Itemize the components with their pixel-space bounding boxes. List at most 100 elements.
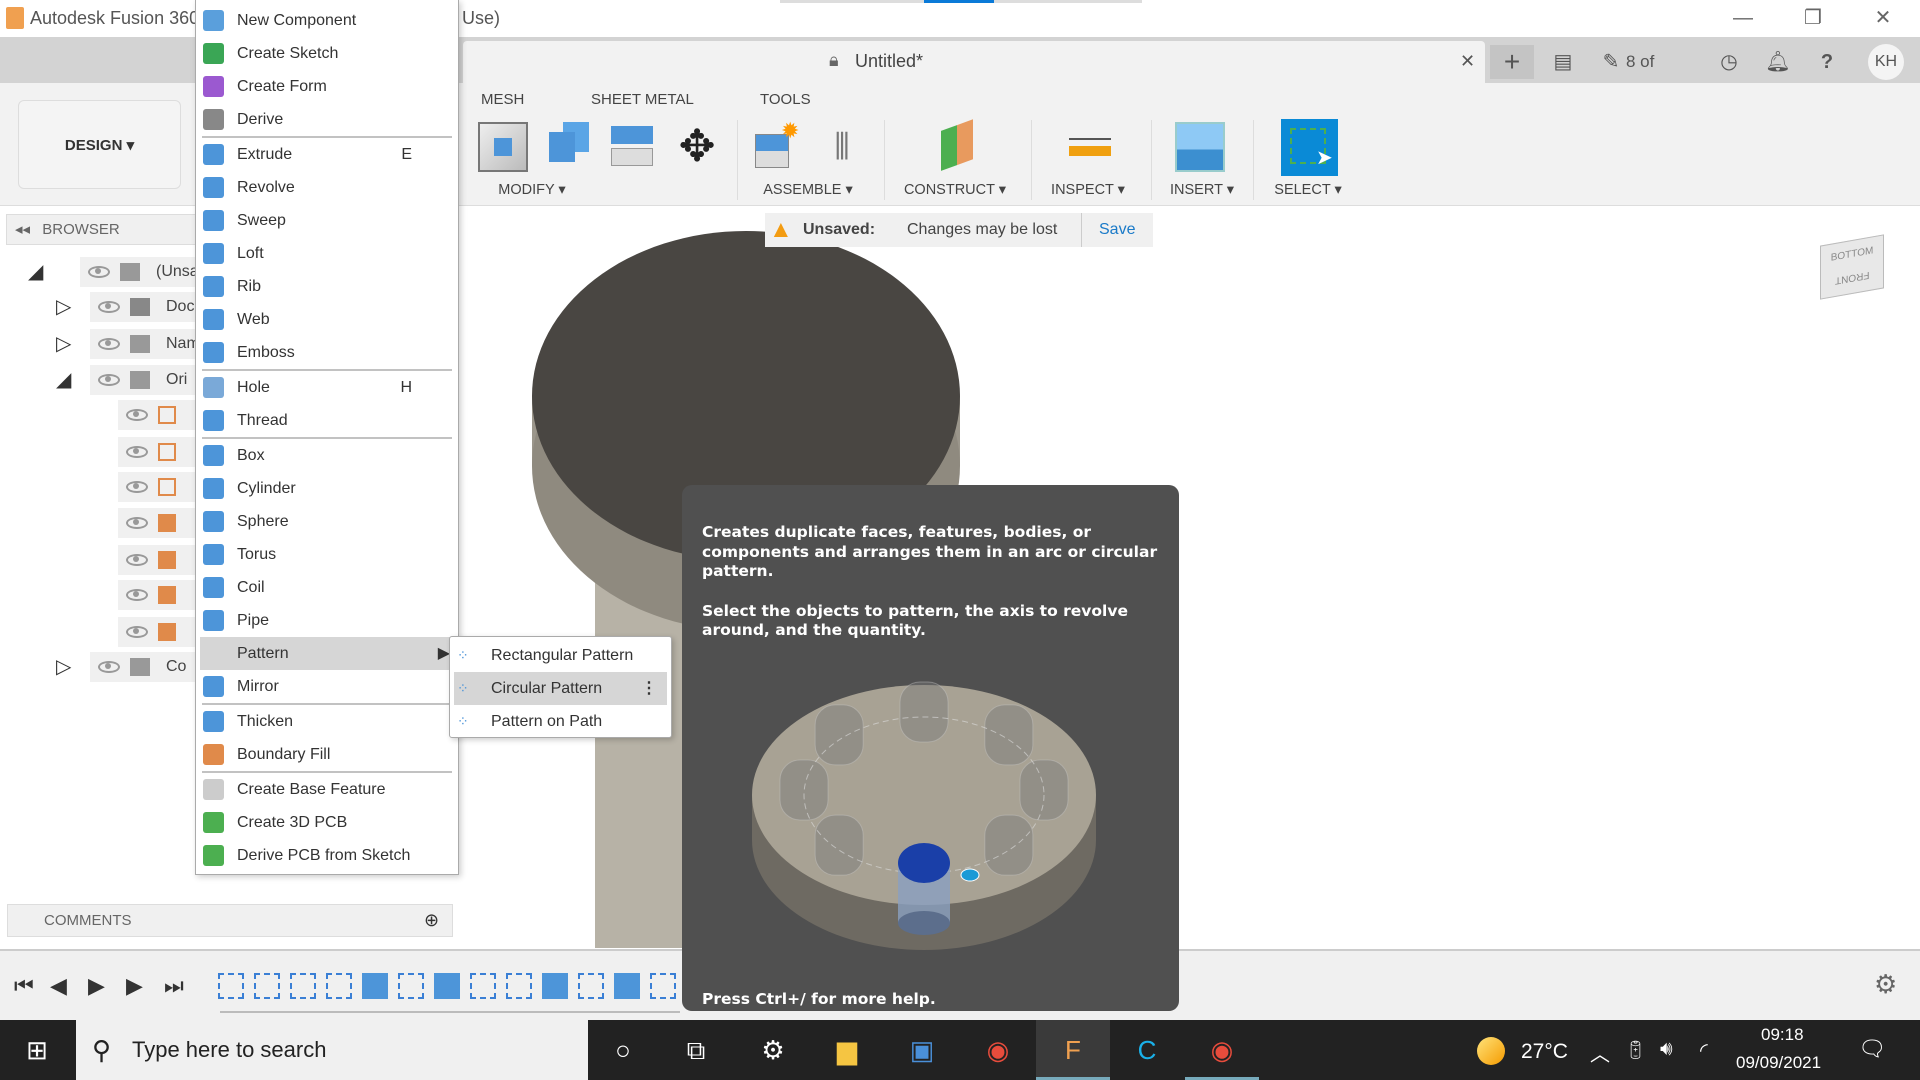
restore-button[interactable]: ❐ [1790,4,1836,32]
add-comment-icon[interactable]: ⊕ [424,905,439,936]
menu-item-create-sketch[interactable]: Create Sketch [200,37,454,70]
menu-item-create-3d-pcb[interactable]: Create 3D PCB [200,806,454,839]
job-status-icon[interactable]: ◷ [1714,45,1744,79]
comments-panel[interactable]: COMMENTS ⊕ [7,904,453,937]
visibility-eye-icon[interactable] [126,588,148,601]
timeline-feature-icon[interactable] [290,973,316,999]
menu-item-pipe[interactable]: Pipe [200,604,454,637]
view-cube[interactable]: BOTTOM FRONT [1820,234,1884,300]
menu-item-boundary-fill[interactable]: Boundary Fill [200,738,454,771]
ccleaner-icon[interactable]: C [1110,1020,1184,1080]
go-to-start-icon[interactable]: ⏮ [14,973,34,999]
task-view-icon[interactable]: ⧉ [659,1020,733,1080]
submenu-item-pattern-on-path[interactable]: ⁘ Pattern on Path [454,705,667,738]
tab-mesh[interactable]: MESH [481,91,524,108]
menu-item-web[interactable]: Web [200,303,454,336]
windows-start-icon[interactable]: ⊞ [0,1020,74,1080]
visibility-eye-icon[interactable] [126,480,148,493]
visibility-eye-icon[interactable] [126,516,148,529]
menu-item-create-base-feature[interactable]: Create Base Feature [200,773,454,806]
battery-icon[interactable]: 🔋︎ [1624,1040,1647,1061]
menu-item-new-component[interactable]: New Component [200,4,454,37]
browser-tree-row[interactable] [118,437,200,467]
browser-header[interactable]: ◂◂ BROWSER [6,214,206,245]
viewport[interactable] [460,206,1920,948]
menu-item-sphere[interactable]: Sphere [200,505,454,538]
submenu-item-circular-pattern[interactable]: ⁘ Circular Pattern ⋮ [454,672,667,705]
menu-item-extrude[interactable]: Extrude E [200,138,454,171]
browser-tree-row[interactable] [118,617,200,647]
assemble-group[interactable]: ASSEMBLE ▾ [763,182,852,198]
visibility-eye-icon[interactable] [126,553,148,566]
comment-icon[interactable]: ▤ [1548,45,1578,79]
visibility-eye-icon[interactable] [126,445,148,458]
visibility-eye-icon[interactable] [126,408,148,421]
menu-item-pattern[interactable]: Pattern ▶ [200,637,454,670]
menu-item-thicken[interactable]: Thicken [200,705,454,738]
settings-gear-icon[interactable]: ⚙ [1874,969,1897,1000]
workspace-dropdown[interactable]: DESIGN ▾ [18,100,181,189]
menu-item-torus[interactable]: Torus [200,538,454,571]
browser-tree-row[interactable] [118,472,200,502]
menu-item-create-form[interactable]: Create Form [200,70,454,103]
timeline-feature-icon[interactable] [218,973,244,999]
wifi-icon[interactable]: ◜ [1700,1038,1708,1063]
temperature[interactable]: 27°C [1521,1040,1568,1064]
version-icon[interactable]: ✎ [1596,45,1626,79]
press-pull-icon[interactable] [478,122,528,172]
cortana-icon[interactable]: ○ [586,1020,660,1080]
menu-item-sweep[interactable]: Sweep [200,204,454,237]
timeline-feature-icon[interactable] [470,973,496,999]
insert-image-icon[interactable] [1175,122,1225,172]
tree-expand-icon[interactable]: ▷ [56,294,71,319]
show-hidden-icons[interactable]: ︿ [1590,1038,1610,1067]
file-explorer-icon[interactable]: ▆ [810,1020,884,1080]
menu-item-rib[interactable]: Rib [200,270,454,303]
fillet-icon[interactable] [543,122,593,172]
notification-center-icon[interactable]: 🗨︎ [1858,1036,1886,1062]
browser-tree-row[interactable]: (Unsav [80,257,200,287]
joint-icon[interactable]: ⫴ [817,122,867,172]
fusion-taskbar-icon[interactable]: F [1036,1020,1110,1080]
menu-item-thread[interactable]: Thread [200,404,454,437]
timeline-feature-icon[interactable] [578,973,604,999]
tree-expand-icon[interactable]: ▷ [56,331,71,356]
document-tab[interactable]: 🔒︎ Untitled* ✕ [463,41,1485,83]
settings-app-icon[interactable]: ⚙ [736,1020,810,1080]
offset-plane-icon[interactable] [931,122,981,172]
collapse-icon[interactable]: ◂◂ [15,221,30,238]
menu-item-hole[interactable]: Hole H [200,371,454,404]
menu-item-derive[interactable]: Derive [200,103,454,136]
play-icon[interactable]: ▶ [88,973,105,999]
tab-tools[interactable]: TOOLS [760,91,811,108]
timeline-feature-icon[interactable] [542,973,568,999]
browser-tree-row[interactable] [118,545,200,575]
notifications-bell-icon[interactable]: 🔔︎ [1763,45,1793,79]
tree-expand-icon[interactable]: ◢ [28,259,43,284]
menu-item-mirror[interactable]: Mirror [200,670,454,703]
taskbar-search[interactable]: ⚲ Type here to search [76,1020,588,1080]
timeline-feature-icon[interactable] [614,973,640,999]
browser-tree-row[interactable]: Co [90,652,200,682]
clock-time[interactable]: 09:18 [1761,1025,1804,1045]
browser-tree-row[interactable]: Docume [90,292,200,322]
step-forward-icon[interactable]: ▶ [126,973,143,999]
browser-tree-row[interactable] [118,400,200,430]
menu-item-box[interactable]: Box [200,439,454,472]
construct-group[interactable]: CONSTRUCT ▾ [904,182,1006,198]
visibility-eye-icon[interactable] [126,625,148,638]
timeline-feature-icon[interactable] [362,973,388,999]
visibility-eye-icon[interactable] [98,337,120,350]
menu-item-cylinder[interactable]: Cylinder [200,472,454,505]
tree-expand-icon[interactable]: ▷ [56,654,71,679]
weather-sun-icon[interactable] [1477,1037,1505,1065]
menu-item-coil[interactable]: Coil [200,571,454,604]
inspect-group[interactable]: INSPECT ▾ [1051,182,1125,198]
step-back-icon[interactable]: ◀ [50,973,67,999]
submenu-item-rectangular-pattern[interactable]: ⁘ Rectangular Pattern [454,639,667,672]
measure-icon[interactable] [1065,122,1115,172]
tab-sheet-metal[interactable]: SHEET METAL [591,91,694,108]
save-button[interactable]: Save [1099,213,1135,247]
menu-item-derive-pcb-from-sketch[interactable]: Derive PCB from Sketch [200,839,454,872]
chrome-icon[interactable]: ◉ [961,1020,1035,1080]
